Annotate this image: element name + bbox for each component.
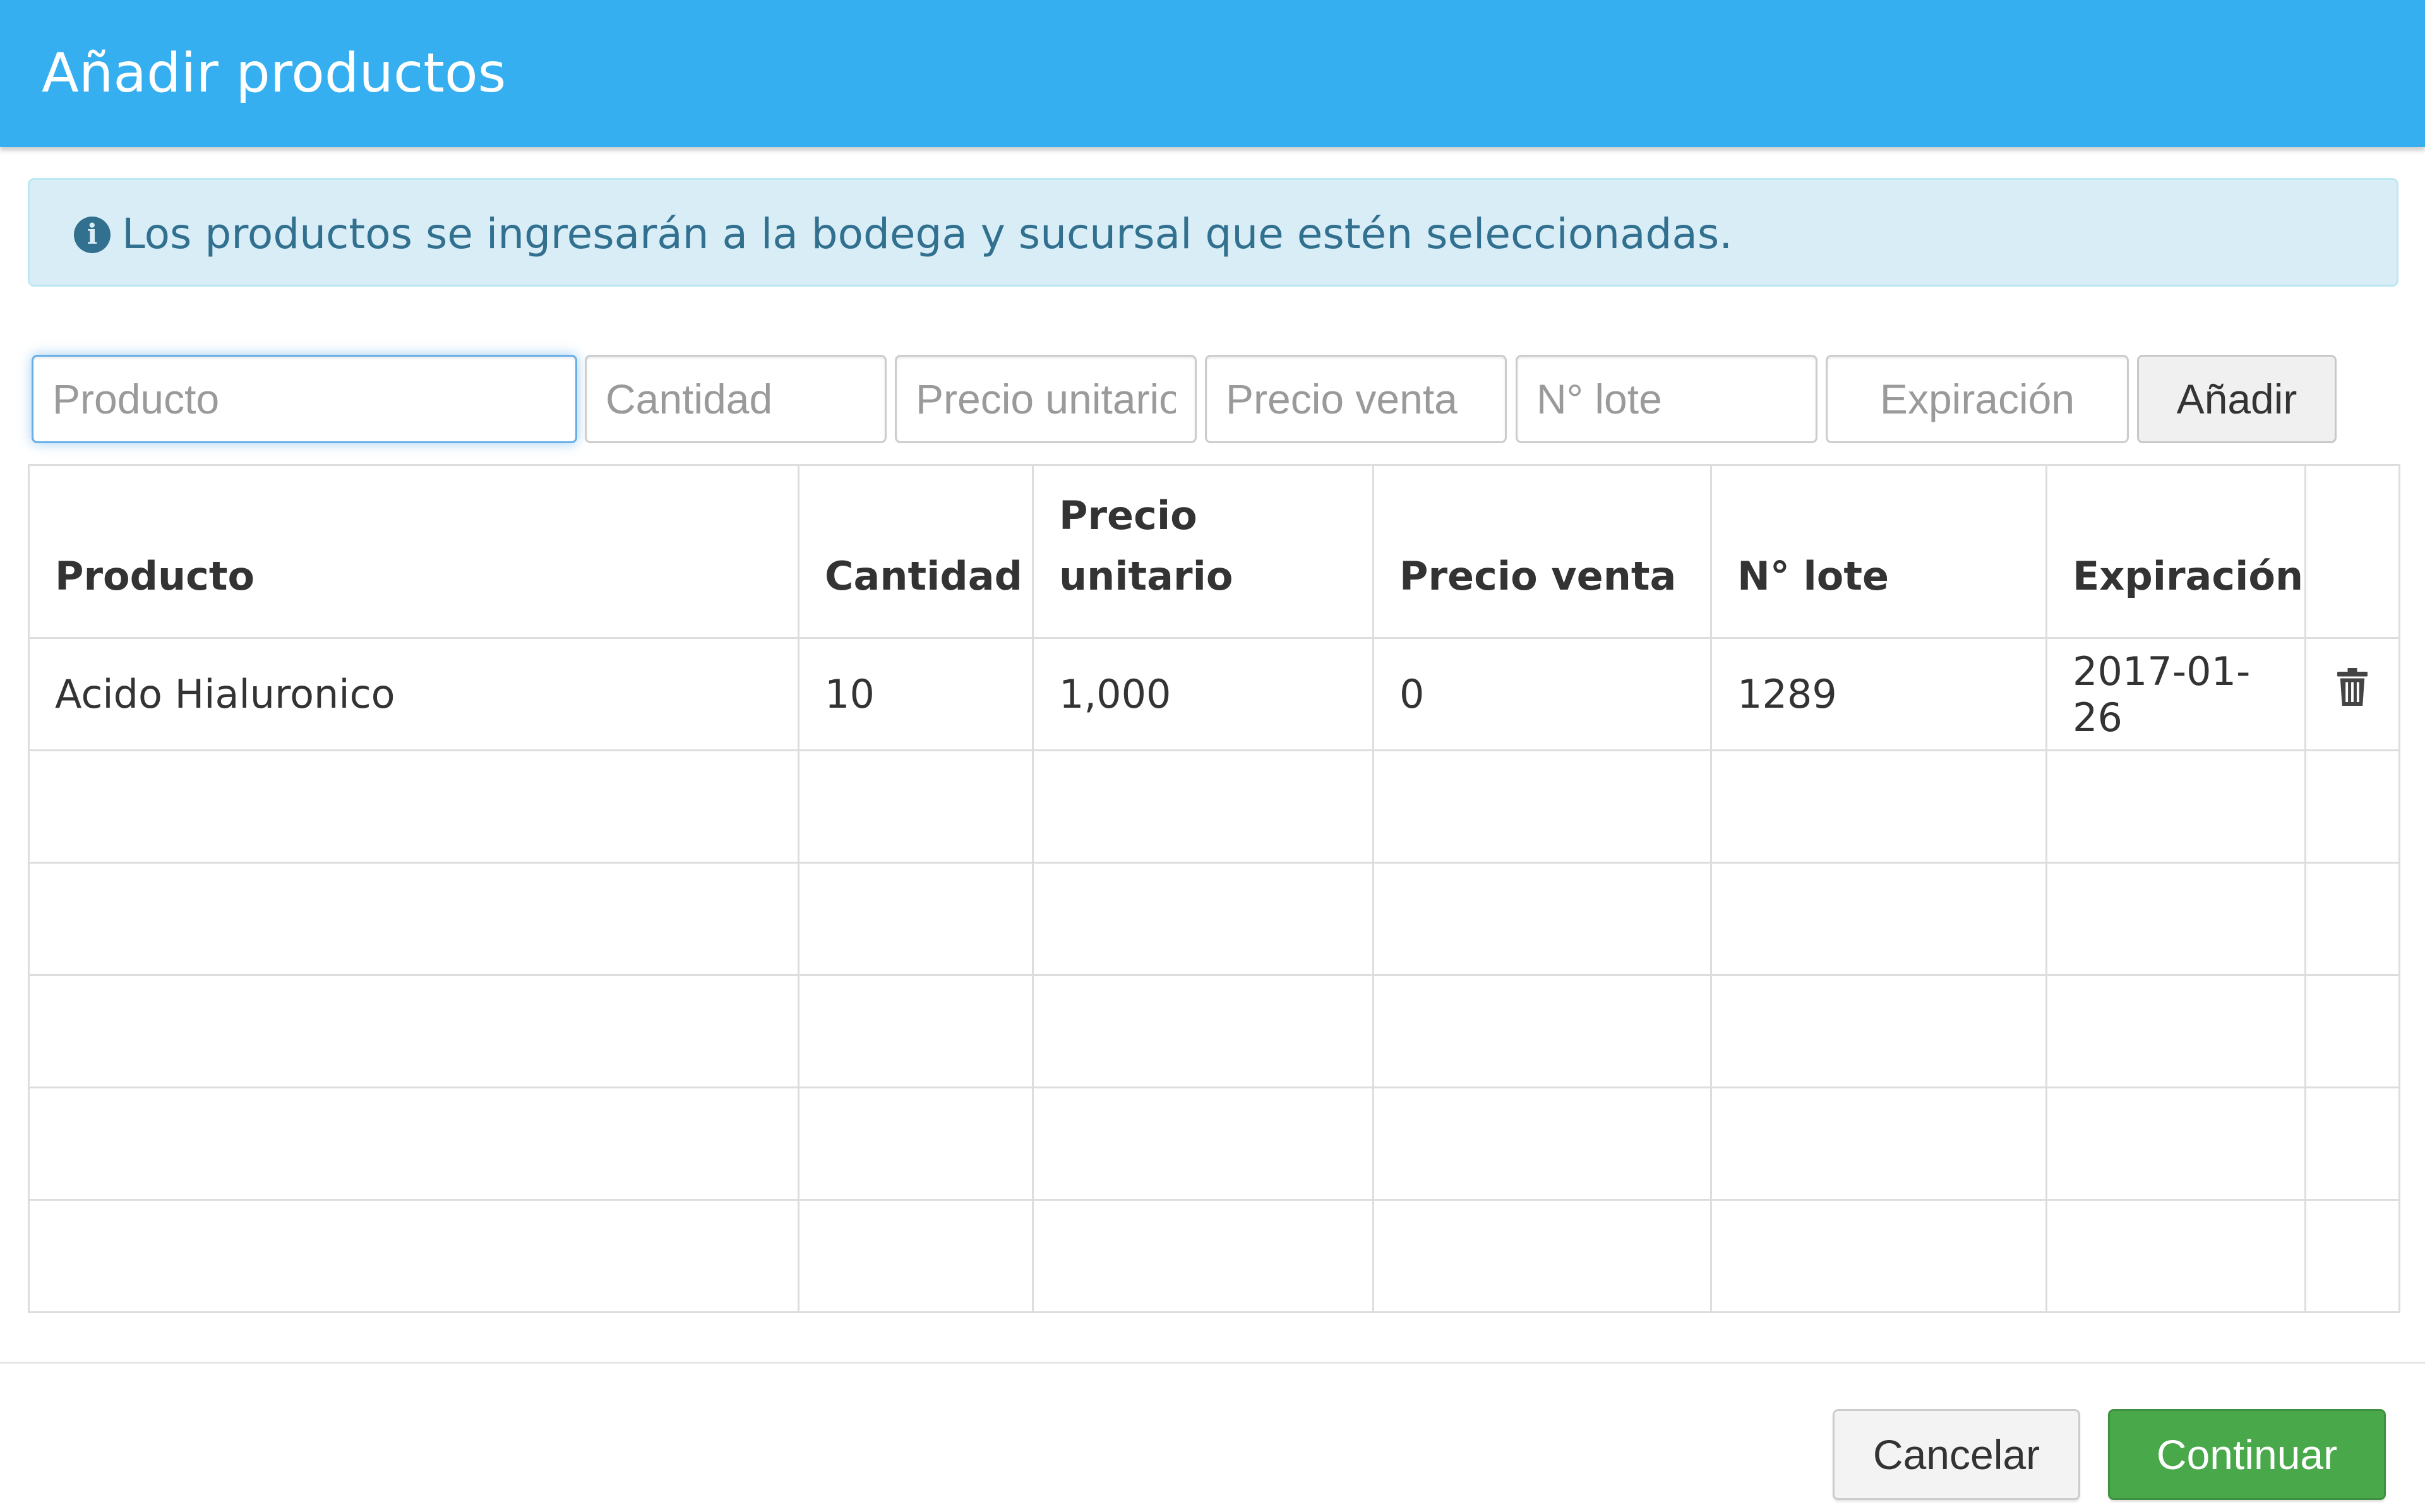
footer-divider bbox=[0, 1362, 2425, 1364]
add-products-modal: Añadir productos i Los productos se ingr… bbox=[0, 0, 2425, 1512]
continue-button[interactable]: Continuar bbox=[2108, 1409, 2386, 1500]
column-header-lot: N° lote bbox=[1710, 464, 2047, 639]
products-table: Producto Cantidad Precio unitario Precio … bbox=[28, 464, 2400, 1313]
cancel-button[interactable]: Cancelar bbox=[1833, 1409, 2080, 1500]
product-input[interactable] bbox=[32, 355, 577, 443]
modal-title: Añadir productos bbox=[42, 42, 506, 105]
column-header-actions bbox=[2304, 464, 2400, 639]
column-header-product: Producto bbox=[28, 464, 799, 639]
table-row-empty bbox=[28, 974, 2400, 1088]
table-row-empty bbox=[28, 862, 2400, 976]
table-row-empty bbox=[28, 1086, 2400, 1201]
table-header-row: Producto Cantidad Precio unitario Precio … bbox=[28, 464, 2400, 639]
cell-unit-price: 1,000 bbox=[1032, 637, 1374, 751]
table-row-empty bbox=[28, 1199, 2400, 1313]
sale-price-input[interactable] bbox=[1205, 355, 1507, 443]
column-header-quantity: Cantidad bbox=[798, 464, 1034, 639]
trash-icon[interactable] bbox=[2337, 667, 2368, 706]
cell-quantity: 10 bbox=[798, 637, 1034, 751]
add-button[interactable]: Añadir bbox=[2137, 355, 2337, 443]
cell-sale-price: 0 bbox=[1372, 637, 1712, 751]
cell-actions bbox=[2304, 637, 2400, 751]
column-header-unit-price-line2: unitario bbox=[1059, 553, 1233, 599]
column-header-unit-price: Precio unitario bbox=[1032, 464, 1374, 639]
lot-number-input[interactable] bbox=[1516, 355, 1817, 443]
column-header-expiration: Expiración bbox=[2045, 464, 2306, 639]
info-icon: i bbox=[74, 217, 111, 253]
alert-text: Los productos se ingresarán a la bodega … bbox=[122, 210, 1733, 258]
modal-header: Añadir productos bbox=[0, 0, 2425, 147]
cell-expiration: 2017-01-26 bbox=[2045, 637, 2306, 751]
column-header-unit-price-line1: Precio bbox=[1059, 492, 1197, 539]
quantity-input[interactable] bbox=[585, 355, 887, 443]
unit-price-input[interactable] bbox=[895, 355, 1197, 443]
info-alert: i Los productos se ingresarán a la bodeg… bbox=[28, 178, 2398, 287]
cell-lot: 1289 bbox=[1710, 637, 2047, 751]
expiration-date-input[interactable] bbox=[1826, 355, 2129, 443]
column-header-sale-price: Precio venta bbox=[1372, 464, 1712, 639]
cell-product: Acido Hialuronico bbox=[28, 637, 799, 751]
table-row-empty bbox=[28, 749, 2400, 864]
table-row: Acido Hialuronico 10 1,000 0 1289 2017-0… bbox=[28, 637, 2400, 751]
